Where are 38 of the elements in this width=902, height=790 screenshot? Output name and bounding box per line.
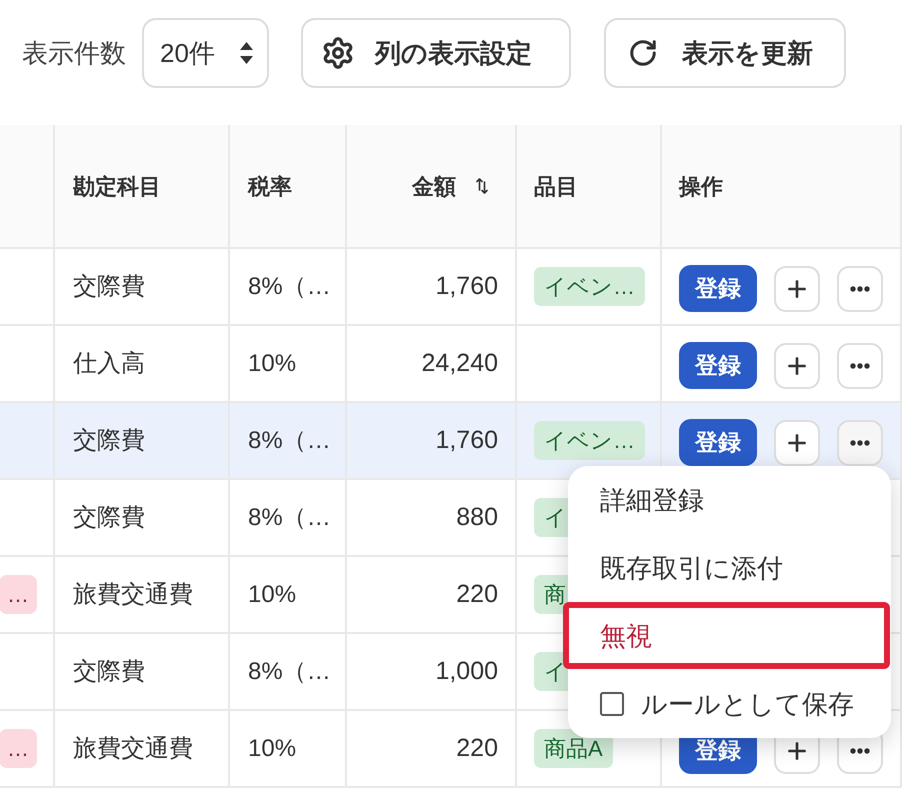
status-tag: …: [0, 575, 37, 614]
checkbox[interactable]: [600, 692, 624, 716]
add-button[interactable]: [774, 342, 820, 388]
table-row[interactable]: 交際費 8%（… 1,760 イベン… 登録: [0, 249, 902, 326]
status-tag: …: [0, 729, 37, 768]
item-tag: イベン…: [534, 421, 645, 460]
column-header: 勘定科目: [73, 172, 161, 200]
column-header: 税率: [248, 172, 292, 200]
add-button[interactable]: [774, 266, 820, 312]
settings-icon: [321, 36, 355, 70]
column-header: 品目: [534, 172, 578, 200]
table-cell: 220: [347, 711, 517, 788]
register-button[interactable]: 登録: [679, 342, 757, 389]
register-button[interactable]: 登録: [679, 419, 757, 466]
ellipsis-icon: [850, 748, 870, 754]
page-size-select[interactable]: 20件: [142, 18, 269, 88]
column-header: 操作: [679, 172, 723, 200]
refresh-button[interactable]: 表示を更新: [604, 18, 846, 88]
table-row[interactable]: 仕入高 10% 24,240 登録: [0, 326, 902, 403]
menu-item[interactable]: 詳細登録: [600, 480, 704, 520]
more-button[interactable]: [837, 342, 883, 388]
ellipsis-icon: [850, 286, 870, 292]
updown-caret-icon: [240, 42, 253, 64]
table-row[interactable]: 交際費 8%（… 1,760 イベン… 登録: [0, 403, 902, 480]
refresh-icon: [628, 38, 658, 68]
ellipsis-icon: [850, 362, 870, 368]
item-tag: イベン…: [534, 267, 645, 306]
ellipsis-icon: [850, 440, 870, 446]
table-cell: 旅費交通費: [55, 711, 230, 788]
table-cell: 10%: [230, 711, 347, 788]
column-header[interactable]: 金額: [412, 170, 456, 202]
more-button[interactable]: [837, 420, 883, 466]
page-size-label: 表示件数: [22, 36, 126, 70]
sort-arrows-icon[interactable]: [476, 178, 488, 194]
more-button[interactable]: [837, 266, 883, 312]
register-button[interactable]: 登録: [679, 265, 757, 312]
column-settings-button[interactable]: 列の表示設定: [301, 18, 571, 88]
add-button[interactable]: [774, 420, 820, 466]
